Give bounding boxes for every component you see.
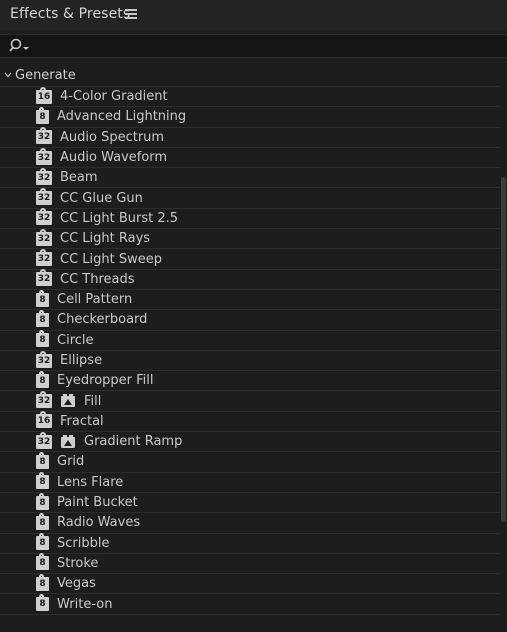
- hamburger-icon[interactable]: [125, 9, 137, 19]
- effect-label: Ellipse: [60, 353, 103, 368]
- bit-depth-32-icon: 32: [36, 147, 52, 165]
- effect-item[interactable]: 32 CC Light Burst 2.5: [0, 208, 500, 230]
- panel-header: Effects & Presets: [0, 0, 507, 30]
- bit-depth-8-icon: 8: [36, 289, 49, 307]
- category-label: Generate: [15, 67, 76, 83]
- effect-label: Checkerboard: [57, 312, 148, 328]
- effect-item[interactable]: 32 Fill: [0, 391, 500, 412]
- effect-item[interactable]: 8 Cell Pattern: [0, 289, 500, 311]
- effect-item[interactable]: 8 Radio Waves: [0, 512, 500, 534]
- effect-label: CC Glue Gun: [60, 190, 143, 206]
- effect-item[interactable]: 8 Lens Flare: [0, 472, 500, 493]
- effect-label: Circle: [57, 332, 94, 348]
- effect-label: Cell Pattern: [57, 292, 133, 308]
- effect-item[interactable]: 8 Checkerboard: [0, 309, 500, 331]
- effect-item[interactable]: 32 CC Light Rays: [0, 228, 500, 250]
- bit-depth-8-icon: 8: [36, 106, 49, 124]
- effect-label: Vegas: [57, 576, 96, 592]
- effect-item[interactable]: 32 Audio Spectrum: [0, 127, 500, 148]
- bit-depth-16-icon: 16: [36, 411, 52, 429]
- gpu-accelerated-icon: [61, 394, 75, 408]
- effect-item[interactable]: 8 Circle: [0, 330, 500, 351]
- effect-label: Scribble: [57, 535, 110, 551]
- effect-label: Audio Spectrum: [60, 129, 165, 145]
- bit-depth-8-icon: 8: [36, 553, 49, 571]
- bit-depth-8-icon: 8: [36, 573, 49, 591]
- effect-item[interactable]: 32 CC Glue Gun: [0, 188, 500, 209]
- bit-depth-32-icon: 32: [36, 127, 52, 145]
- effect-label: Radio Waves: [57, 515, 141, 531]
- effect-label: CC Light Sweep: [60, 251, 162, 267]
- effect-label: CC Threads: [60, 271, 135, 287]
- effect-label: Fractal: [60, 413, 104, 429]
- effect-item[interactable]: 8 Vegas: [0, 573, 500, 595]
- search-icon[interactable]: [8, 38, 32, 54]
- bit-depth-32-icon: 32: [36, 249, 52, 267]
- scroll-thumb[interactable]: [501, 177, 506, 522]
- effect-label: CC Light Burst 2.5: [60, 210, 179, 226]
- effect-label: Stroke: [57, 555, 99, 571]
- bit-depth-16-icon: 16: [36, 86, 52, 104]
- effect-item[interactable]: 32 Gradient Ramp: [0, 431, 500, 453]
- effect-item[interactable]: 8 Scribble: [0, 533, 500, 554]
- effect-item[interactable]: 8 Grid: [0, 451, 500, 473]
- bit-depth-8-icon: 8: [36, 594, 49, 612]
- effects-list: Generate 16 4-Color Gradient 8 Advanced Lig…: [0, 64, 500, 632]
- effect-item[interactable]: 16 4-Color Gradient: [0, 86, 500, 108]
- gpu-accelerated-icon: [61, 434, 75, 448]
- bit-depth-32-icon: 32: [36, 167, 52, 185]
- effect-item[interactable]: 8 Eyedropper Fill: [0, 370, 500, 392]
- scrollbar[interactable]: [500, 64, 507, 632]
- effect-label: Fill: [84, 393, 102, 409]
- bit-depth-8-icon: 8: [36, 370, 49, 388]
- bit-depth-32-icon: 32: [36, 391, 52, 409]
- effect-item[interactable]: 32 Ellipse: [0, 350, 500, 372]
- effect-label: Paint Bucket: [57, 495, 138, 511]
- effect-label: Lens Flare: [57, 474, 124, 490]
- bit-depth-8-icon: 8: [36, 492, 49, 510]
- bit-depth-8-icon: 8: [36, 330, 49, 348]
- effect-item[interactable]: 8 Stroke: [0, 553, 500, 575]
- bit-depth-8-icon: 8: [36, 309, 49, 327]
- effect-label: CC Light Rays: [60, 231, 151, 247]
- effect-label: 4-Color Gradient: [60, 89, 168, 105]
- bit-depth-8-icon: 8: [36, 533, 49, 551]
- effect-label: Advanced Lightning: [57, 109, 187, 125]
- chevron-down-icon[interactable]: [4, 71, 12, 79]
- effect-item[interactable]: 32 Audio Waveform: [0, 147, 500, 169]
- bit-depth-32-icon: 32: [36, 350, 52, 368]
- effect-label: Beam: [60, 170, 98, 186]
- effect-label: Gradient Ramp: [84, 434, 183, 450]
- effect-label: Grid: [57, 454, 85, 470]
- bit-depth-8-icon: 8: [36, 472, 49, 490]
- effect-item[interactable]: 8 Paint Bucket: [0, 492, 500, 514]
- effect-label: Eyedropper Fill: [57, 373, 154, 389]
- bit-depth-32-icon: 32: [36, 188, 52, 206]
- search-input[interactable]: [36, 37, 500, 57]
- effect-item[interactable]: 32 Beam: [0, 167, 500, 189]
- effect-item[interactable]: 32 CC Light Sweep: [0, 249, 500, 270]
- effect-item[interactable]: 8 Write-on: [0, 594, 500, 615]
- bit-depth-32-icon: 32: [36, 228, 52, 246]
- effect-label: Audio Waveform: [60, 150, 168, 166]
- bit-depth-8-icon: 8: [36, 512, 49, 530]
- bit-depth-8-icon: 8: [36, 451, 49, 469]
- effect-item[interactable]: 16 Fractal: [0, 411, 500, 433]
- effect-item[interactable]: 8 Advanced Lightning: [0, 106, 500, 128]
- panel-title: Effects & Presets: [10, 6, 131, 22]
- search-bar: [0, 34, 507, 58]
- bit-depth-32-icon: 32: [36, 208, 52, 226]
- bit-depth-32-icon: 32: [36, 431, 52, 449]
- bit-depth-32-icon: 32: [36, 269, 52, 287]
- effect-item[interactable]: 32 CC Threads: [0, 269, 500, 290]
- category-generate[interactable]: Generate: [0, 64, 500, 87]
- effect-label: Write-on: [57, 596, 113, 612]
